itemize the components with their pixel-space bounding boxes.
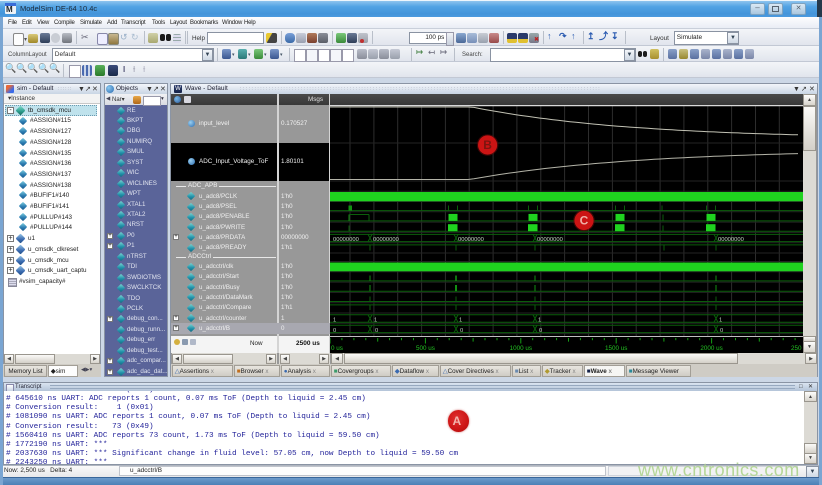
svg-text:1500 us: 1500 us [605, 345, 627, 352]
svg-text:0: 0 [720, 328, 723, 334]
svg-text:00000000: 00000000 [458, 237, 484, 243]
svg-text:1000 us: 1000 us [510, 345, 532, 352]
svg-text:00000000: 00000000 [718, 237, 744, 243]
svg-text:1: 1 [538, 317, 541, 323]
svg-text:1: 1 [459, 317, 462, 323]
svg-text:C: C [580, 214, 589, 228]
svg-text:0: 0 [539, 328, 542, 334]
svg-text:0 us: 0 us [331, 345, 343, 352]
svg-text:0: 0 [460, 328, 463, 334]
svg-text:250: 250 [791, 345, 802, 352]
svg-text:00000000: 00000000 [373, 237, 399, 243]
svg-text:1: 1 [374, 317, 377, 323]
svg-text:500 us: 500 us [416, 345, 435, 352]
svg-text:1: 1 [719, 317, 722, 323]
svg-text:0: 0 [333, 328, 336, 334]
svg-text:B: B [483, 138, 492, 152]
svg-text:0: 0 [375, 328, 378, 334]
svg-text:1: 1 [333, 317, 336, 323]
svg-text:00000000: 00000000 [333, 237, 359, 243]
svg-text:2000 us: 2000 us [700, 345, 722, 352]
svg-text:00000000: 00000000 [537, 237, 563, 243]
